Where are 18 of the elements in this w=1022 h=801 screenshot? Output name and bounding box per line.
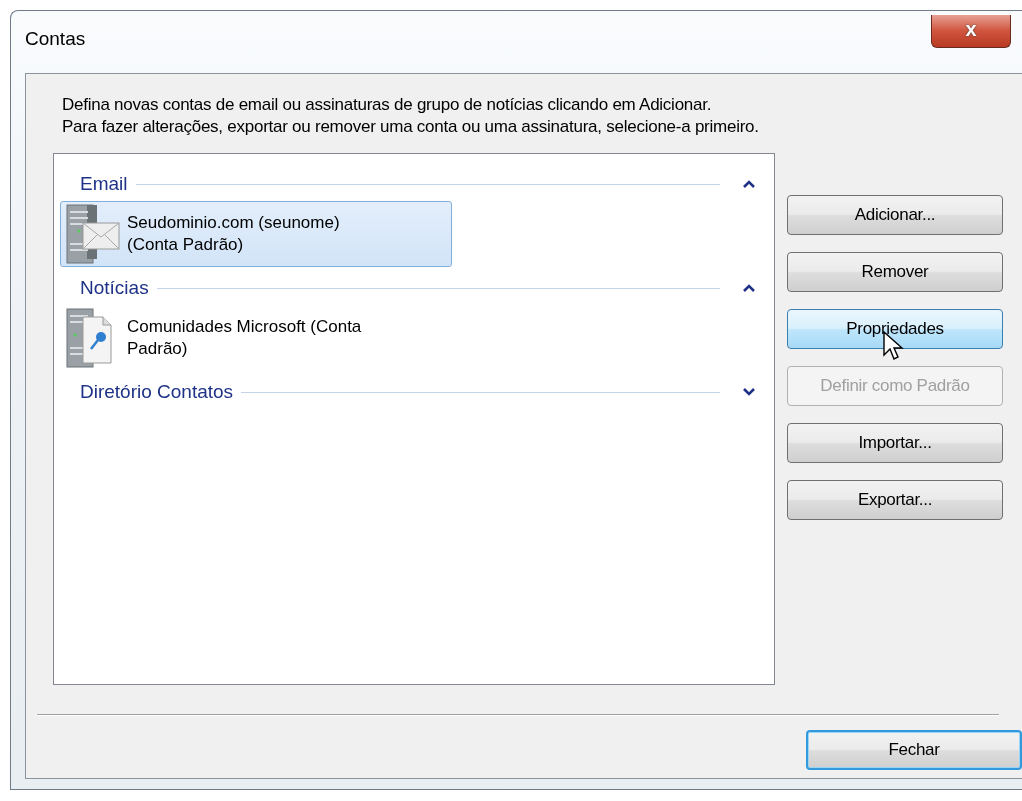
action-button[interactable]: Importar... — [787, 423, 1003, 463]
action-button[interactable]: Propriedades — [787, 309, 1003, 349]
group-heading: Notícias — [80, 277, 149, 299]
action-button[interactable]: Exportar... — [787, 480, 1003, 520]
close-button[interactable]: x — [931, 15, 1011, 48]
account-item[interactable]: Seudominio.com (seunome) (Conta Padrão) — [60, 201, 452, 267]
close-dialog-button[interactable]: Fechar — [806, 730, 1022, 770]
chevron-up-icon[interactable] — [742, 179, 756, 189]
chevron-up-icon[interactable] — [742, 283, 756, 293]
group-heading: Email — [80, 173, 128, 195]
group-heading: Diretório Contatos — [80, 381, 234, 403]
window-title: Contas — [25, 28, 87, 50]
account-item[interactable]: Comunidades Microsoft (Conta Padrão) — [60, 305, 452, 371]
instructions-text: Defina novas contas de email ou assinaturas de grupo de notícias clicando em Adicionar. Para fazer alterações, exportar ou remover uma conta ou uma assinatura, selecione-a primeiro. — [61, 94, 760, 138]
chevron-down-icon[interactable] — [742, 387, 756, 397]
server-envelope-icon — [65, 203, 121, 265]
action-button[interactable]: Adicionar... — [787, 195, 1003, 235]
action-button[interactable]: Remover — [787, 252, 1003, 292]
